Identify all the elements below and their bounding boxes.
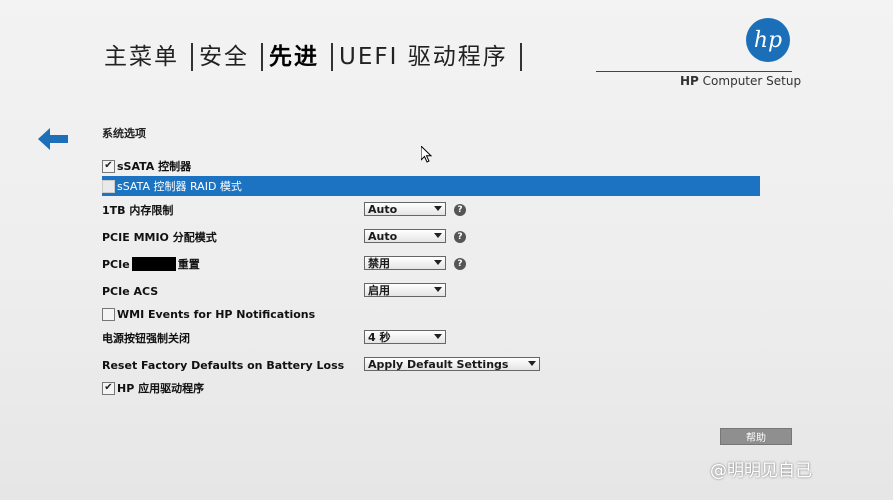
tab-security[interactable]: 安全 bbox=[193, 43, 263, 71]
option-ssata-controller[interactable]: ✔ sSATA 控制器 bbox=[102, 156, 191, 176]
pcie-mmio-label: PCIE MMIO 分配模式 bbox=[102, 231, 217, 244]
pcie-mmio-select[interactable]: Auto bbox=[364, 229, 446, 243]
mouse-cursor-icon bbox=[421, 146, 433, 163]
help-button[interactable]: 帮助 bbox=[720, 428, 792, 445]
power-button-value: 4 秒 bbox=[368, 331, 391, 344]
option-reset-defaults: Reset Factory Defaults on Battery Loss bbox=[102, 355, 344, 375]
hp-app-driver-label: HP 应用驱动程序 bbox=[117, 382, 205, 395]
option-ssata-raid[interactable]: sSATA 控制器 RAID 模式 bbox=[102, 176, 760, 196]
option-hp-app-driver[interactable]: ✔ HP 应用驱动程序 bbox=[102, 378, 204, 398]
reset-defaults-value: Apply Default Settings bbox=[368, 357, 509, 371]
reset-defaults-select[interactable]: Apply Default Settings bbox=[364, 357, 540, 371]
option-wmi-events[interactable]: WMI Events for HP Notifications bbox=[102, 304, 315, 324]
reset-defaults-label: Reset Factory Defaults on Battery Loss bbox=[102, 358, 345, 372]
option-pcie-acs: PCIe ACS bbox=[102, 281, 158, 301]
memory-limit-value: Auto bbox=[368, 202, 398, 216]
back-arrow-icon[interactable] bbox=[38, 128, 70, 150]
pcie-reset-label-suffix: 重置 bbox=[177, 258, 200, 271]
ssata-raid-label: sSATA 控制器 RAID 模式 bbox=[117, 180, 242, 193]
option-power-button: 电源按钮强制关闭 bbox=[102, 328, 190, 348]
wmi-label: WMI Events for HP Notifications bbox=[117, 307, 316, 321]
pcie-acs-label: PCIe ACS bbox=[102, 284, 159, 298]
pcie-reset-value: 禁用 bbox=[368, 257, 390, 270]
wmi-checkbox[interactable] bbox=[102, 307, 115, 321]
chevron-down-icon bbox=[434, 206, 442, 211]
product-title: HP Computer Setup bbox=[680, 74, 802, 88]
chevron-down-icon bbox=[434, 287, 442, 292]
tab-uefi-drivers[interactable]: UEFI 驱动程序 bbox=[333, 43, 522, 71]
pcie-mmio-value: Auto bbox=[368, 229, 398, 243]
power-button-label: 电源按钮强制关闭 bbox=[102, 332, 190, 345]
ssata-label: sSATA 控制器 bbox=[117, 160, 192, 173]
pcie-reset-help-icon[interactable]: ? bbox=[454, 258, 466, 270]
section-title: 系统选项 bbox=[102, 127, 146, 140]
memory-limit-select[interactable]: Auto bbox=[364, 202, 446, 216]
option-pcie-mmio: PCIE MMIO 分配模式 bbox=[102, 227, 217, 247]
redaction-block bbox=[131, 257, 176, 271]
tab-main-menu[interactable]: 主菜单 bbox=[100, 43, 193, 71]
main-menu-bar: 主菜单 安全 先进 UEFI 驱动程序 bbox=[100, 40, 522, 74]
memory-limit-label: 1TB 内存限制 bbox=[102, 204, 174, 217]
pcie-acs-value: 启用 bbox=[368, 284, 390, 297]
option-memory-limit: 1TB 内存限制 bbox=[102, 200, 173, 220]
pcie-reset-select[interactable]: 禁用 bbox=[364, 256, 446, 270]
option-pcie-reset: PCIe 重置 bbox=[102, 254, 200, 274]
chevron-down-icon bbox=[528, 361, 536, 366]
watermark: @明明见自己 bbox=[710, 461, 812, 481]
chevron-down-icon bbox=[434, 260, 442, 265]
pcie-mmio-help-icon[interactable]: ? bbox=[454, 231, 466, 243]
ssata-checkbox[interactable]: ✔ bbox=[102, 159, 115, 173]
ssata-raid-checkbox[interactable] bbox=[102, 179, 115, 193]
pcie-reset-label-prefix: PCIe bbox=[102, 257, 130, 271]
chevron-down-icon bbox=[434, 233, 442, 238]
power-button-select[interactable]: 4 秒 bbox=[364, 330, 446, 344]
memory-limit-help-icon[interactable]: ? bbox=[454, 204, 466, 216]
chevron-down-icon bbox=[434, 334, 442, 339]
hp-app-driver-checkbox[interactable]: ✔ bbox=[102, 381, 115, 395]
hp-logo: hp bbox=[746, 18, 790, 62]
tab-advanced[interactable]: 先进 bbox=[263, 43, 333, 71]
pcie-acs-select[interactable]: 启用 bbox=[364, 283, 446, 297]
header-divider bbox=[596, 71, 792, 72]
